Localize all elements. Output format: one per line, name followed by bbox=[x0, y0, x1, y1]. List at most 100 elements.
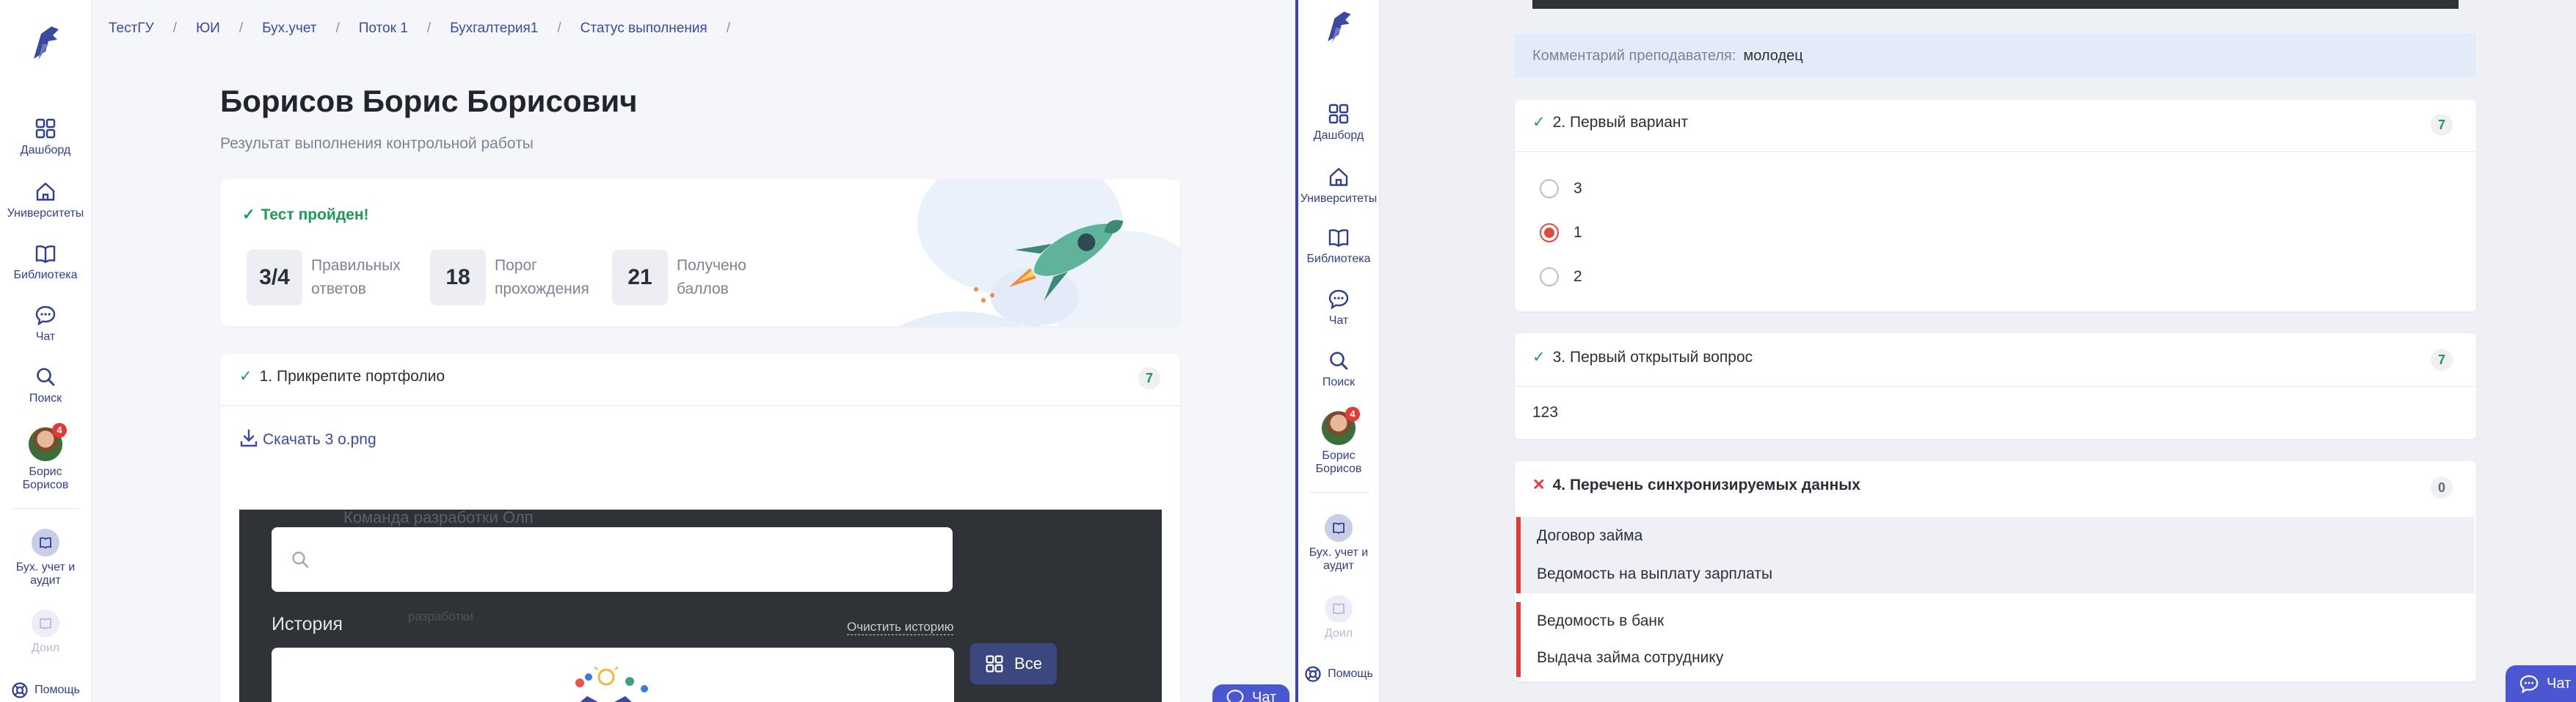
sidebar-item-library[interactable]: Библиотека bbox=[1298, 226, 1379, 266]
option-label: 2 bbox=[1573, 268, 1582, 285]
book-icon bbox=[1328, 229, 1349, 247]
check-icon: ✓ bbox=[1532, 114, 1546, 131]
background-text: Команда разработки Олп bbox=[343, 510, 534, 526]
radio-button[interactable] bbox=[1540, 179, 1559, 198]
help-label: Помощь bbox=[34, 684, 80, 696]
question-header: ✕ 4. Перечень синхронизируемых данных bbox=[1532, 476, 1860, 494]
download-icon bbox=[240, 429, 258, 447]
question-header: ✓ 1. Прикрепите портфолио bbox=[239, 367, 445, 386]
clear-history-link[interactable]: Очистить историю bbox=[847, 620, 954, 635]
history-card[interactable] bbox=[272, 648, 954, 702]
course-icon bbox=[1325, 514, 1353, 542]
question-score: 7 bbox=[1138, 367, 1160, 389]
course-label-line2: аудит bbox=[30, 574, 61, 587]
course-icon bbox=[1325, 595, 1353, 623]
left-window: Дашборд Университеты Библиотека Чат Поис… bbox=[0, 0, 1295, 702]
sidebar-item-dashboard[interactable]: Дашборд bbox=[0, 117, 91, 157]
course-label-line1: Бух. учет и bbox=[15, 561, 76, 573]
user-name-line2: Борисов bbox=[22, 479, 69, 491]
stat-label: прохождения bbox=[495, 281, 589, 297]
logo-icon bbox=[1328, 11, 1351, 43]
radio-button-selected[interactable] bbox=[1540, 223, 1559, 242]
chat-button[interactable]: Чат bbox=[2506, 665, 2576, 702]
chat-icon bbox=[35, 305, 56, 326]
download-link[interactable]: Скачать 3 о.png bbox=[239, 428, 376, 449]
divider bbox=[1309, 492, 1369, 493]
stat-value: 21 bbox=[612, 250, 668, 305]
breadcrumb-item[interactable]: Статус выполнения bbox=[581, 21, 707, 37]
avatar: 4 bbox=[1322, 407, 1360, 445]
breadcrumb-separator: / bbox=[335, 21, 340, 36]
help-link[interactable]: Помощь bbox=[1298, 665, 1379, 683]
sidebar-item-chat[interactable]: Чат bbox=[1298, 288, 1379, 328]
breadcrumb-item[interactable]: Поток 1 bbox=[359, 21, 408, 37]
chat-button[interactable]: Чат bbox=[1212, 684, 1290, 702]
sidebar-item-chat[interactable]: Чат bbox=[0, 304, 91, 344]
user-profile[interactable]: 4 Борис Борисов bbox=[1298, 407, 1379, 476]
question-card bbox=[1515, 100, 2476, 311]
divider bbox=[220, 405, 1180, 406]
breadcrumb-item[interactable]: ЮИ bbox=[196, 21, 220, 37]
sidebar-item-search[interactable]: Поиск bbox=[0, 366, 91, 405]
sync-item: Договор займа bbox=[1516, 517, 2475, 555]
all-filter-button[interactable]: Все bbox=[970, 643, 1057, 684]
page-title: Борисов Борис Борисович bbox=[220, 84, 638, 118]
divider bbox=[12, 508, 79, 509]
search-icon bbox=[37, 368, 55, 386]
grid-icon bbox=[1328, 104, 1349, 124]
course-button[interactable]: Бух. учет и аудит bbox=[0, 529, 91, 587]
user-profile[interactable]: 4 Борис Борисов bbox=[0, 423, 91, 492]
answer-option[interactable]: 3 bbox=[1540, 179, 1582, 198]
sidebar-item-label: Поиск bbox=[1322, 376, 1356, 388]
sidebar-item-universities[interactable]: Университеты bbox=[1298, 166, 1379, 206]
help-label: Помощь bbox=[1328, 667, 1373, 680]
breadcrumb-item[interactable]: ТестГУ bbox=[109, 21, 154, 37]
breadcrumb-item[interactable]: Бух.учет bbox=[262, 21, 316, 37]
radio-button[interactable] bbox=[1540, 267, 1559, 286]
comment-value: молодец bbox=[1743, 47, 1803, 64]
sidebar-item-universities[interactable]: Университеты bbox=[0, 181, 91, 220]
help-link[interactable]: Помощь bbox=[0, 681, 91, 699]
stat-label: Получено bbox=[677, 257, 746, 274]
sidebar: Дашборд Университеты Библиотека Чат Поис… bbox=[0, 0, 92, 702]
course-label-line1: Бух. учет и bbox=[1309, 546, 1369, 559]
check-icon: ✓ bbox=[239, 368, 252, 385]
notification-badge: 4 bbox=[1345, 407, 1360, 421]
chat-label: Чат bbox=[1252, 689, 1277, 702]
course-button-faded[interactable]: Доил bbox=[1298, 595, 1379, 640]
question-score: 7 bbox=[2431, 349, 2453, 371]
search-input[interactable] bbox=[321, 550, 912, 569]
option-label: 1 bbox=[1573, 224, 1582, 241]
breadcrumb-item[interactable]: Бухгалтерия1 bbox=[450, 21, 538, 37]
answer-option[interactable]: 2 bbox=[1540, 267, 1582, 286]
breadcrumb: ТестГУ / ЮИ / Бух.учет / Поток 1 / Бухгалтер… bbox=[109, 21, 749, 37]
sidebar-item-search[interactable]: Поиск bbox=[1298, 350, 1379, 389]
stat-threshold: 18 Порог прохождения bbox=[430, 250, 605, 305]
search-icon bbox=[292, 551, 309, 568]
answer-option-selected[interactable]: 1 bbox=[1540, 223, 1582, 242]
breadcrumb-separator: / bbox=[239, 21, 244, 36]
download-label: Скачать 3 о.png bbox=[263, 431, 376, 448]
breadcrumb-separator: / bbox=[172, 21, 177, 36]
sidebar-item-dashboard[interactable]: Дашборд bbox=[1298, 103, 1379, 142]
user-name-line1: Борис bbox=[29, 466, 62, 478]
course-button-faded[interactable]: Доил bbox=[0, 609, 91, 655]
breadcrumb-separator: / bbox=[426, 21, 432, 36]
notification-badge: 4 bbox=[52, 423, 67, 438]
sidebar-item-label: Университеты bbox=[7, 207, 84, 220]
background-text: разработки bbox=[408, 609, 473, 623]
option-label: 3 bbox=[1573, 180, 1582, 197]
check-icon: ✓ bbox=[242, 206, 255, 223]
breadcrumb-separator: / bbox=[557, 21, 561, 36]
chat-icon bbox=[1328, 289, 1349, 310]
sidebar-item-library[interactable]: Библиотека bbox=[0, 242, 91, 282]
course-label-line2: аудит bbox=[1323, 560, 1354, 572]
avatar: 4 bbox=[29, 423, 67, 461]
breadcrumb-separator: / bbox=[726, 21, 731, 36]
stat-label: баллов bbox=[677, 281, 729, 297]
divider bbox=[1515, 151, 2476, 152]
sidebar-item-label: Университеты bbox=[1300, 192, 1378, 205]
sidebar-item-label: Поиск bbox=[29, 392, 62, 405]
question-header: ✓ 3. Первый открытый вопрос bbox=[1532, 348, 1753, 366]
course-button[interactable]: Бух. учет и аудит bbox=[1298, 514, 1379, 573]
